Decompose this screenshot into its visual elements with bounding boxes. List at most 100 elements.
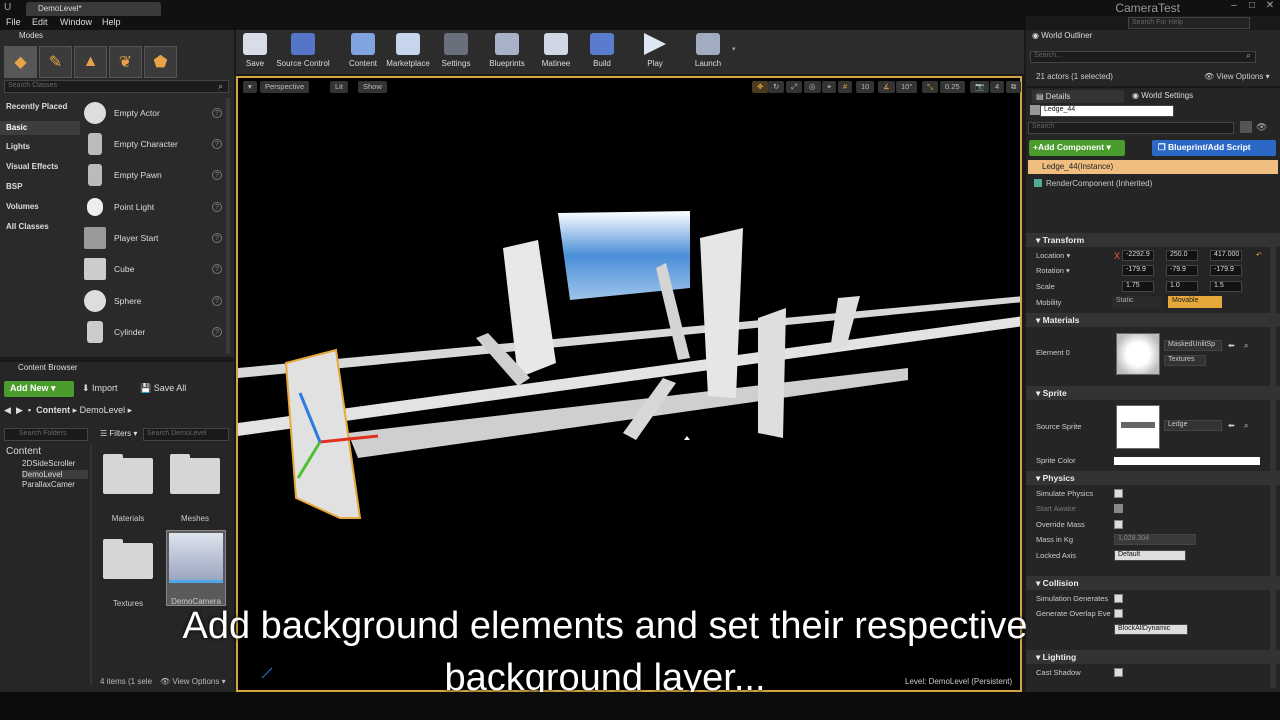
help-icon[interactable]: ? bbox=[212, 170, 222, 180]
mass-kg-field[interactable]: 1,028.304 bbox=[1114, 534, 1196, 545]
outliner-view-options[interactable]: 👁 View Options ▾ bbox=[1204, 72, 1270, 81]
perspective-button[interactable]: Perspective bbox=[260, 81, 310, 93]
rotation-z-field[interactable]: -179.9 bbox=[1210, 265, 1242, 276]
category-visual-effects[interactable]: Visual Effects bbox=[6, 162, 58, 171]
help-icon[interactable]: ? bbox=[212, 108, 222, 118]
settings-button[interactable]: Settings bbox=[438, 33, 474, 73]
help-icon[interactable]: ? bbox=[212, 233, 222, 243]
world-outliner-tab[interactable]: ◉ World Outliner bbox=[1032, 31, 1092, 40]
place-item-cube[interactable]: Cube? bbox=[82, 254, 222, 284]
search-help-input[interactable]: Search For Help bbox=[1128, 17, 1250, 29]
collision-section-header[interactable]: ▾ Collision bbox=[1026, 576, 1280, 590]
world-local-icon[interactable]: ◎ bbox=[804, 81, 821, 93]
actor-name-input[interactable]: Ledge_44 bbox=[1040, 105, 1174, 117]
textures-dropdown[interactable]: Textures bbox=[1164, 355, 1206, 366]
asset-meshes-folder[interactable]: Meshes bbox=[167, 454, 223, 523]
scale-x-field[interactable]: 1.75 bbox=[1122, 281, 1154, 292]
place-item-point-light[interactable]: Point Light? bbox=[82, 192, 222, 222]
level-tab[interactable]: DemoLevel* bbox=[26, 2, 161, 16]
modes-tab[interactable]: Modes bbox=[3, 31, 73, 43]
browse-search-icon[interactable]: ⌕ bbox=[1244, 341, 1248, 351]
sprite-color-swatch[interactable] bbox=[1114, 457, 1260, 465]
scale-y-field[interactable]: 1.0 bbox=[1166, 281, 1198, 292]
sprite-section-header[interactable]: ▾ Sprite bbox=[1026, 386, 1280, 400]
search-folders-input[interactable]: Search Folders bbox=[4, 428, 88, 441]
lit-button[interactable]: Lit bbox=[330, 81, 348, 93]
menu-file[interactable]: File bbox=[6, 17, 21, 27]
asset-materials-folder[interactable]: Materials bbox=[100, 454, 156, 523]
launch-dropdown-icon[interactable]: ▾ bbox=[732, 45, 736, 53]
pillar-left[interactable] bbox=[503, 240, 556, 378]
eye-icon[interactable]: 👁 bbox=[1256, 122, 1267, 133]
location-x-field[interactable]: -2292.9 bbox=[1122, 250, 1154, 261]
close-icon[interactable]: ✕ bbox=[1262, 0, 1278, 14]
transform-scale-icon[interactable]: ⤢ bbox=[786, 81, 802, 93]
place-item-cylinder[interactable]: Cylinder? bbox=[82, 317, 222, 347]
source-sprite-dropdown[interactable]: Ledge bbox=[1164, 420, 1222, 431]
marketplace-button[interactable]: Marketplace bbox=[384, 33, 432, 73]
rotation-snap-value[interactable]: 10° bbox=[896, 81, 918, 93]
use-selected-arrow-icon[interactable]: ⬅ bbox=[1228, 421, 1235, 430]
physics-section-header[interactable]: ▾ Physics bbox=[1026, 471, 1280, 485]
scale-z-field[interactable]: 1.5 bbox=[1210, 281, 1242, 292]
blueprint-add-script-button[interactable]: ❐ Blueprint/Add Script bbox=[1152, 140, 1276, 156]
property-matrix-icon[interactable] bbox=[1240, 121, 1252, 133]
add-new-button[interactable]: Add New ▾ bbox=[4, 381, 74, 397]
transform-move-icon[interactable]: ✥ bbox=[752, 81, 769, 93]
override-mass-checkbox[interactable] bbox=[1114, 520, 1123, 529]
rotation-y-field[interactable]: -79.9 bbox=[1166, 265, 1198, 276]
foliage-mode-icon[interactable]: ❦ bbox=[109, 46, 142, 78]
location-dropdown[interactable]: Location ▾ bbox=[1036, 251, 1070, 260]
tree-parallaxcamer[interactable]: ParallaxCamer bbox=[22, 480, 75, 489]
camera-speed-icon[interactable]: 📷 bbox=[970, 81, 990, 93]
menu-window[interactable]: Window bbox=[60, 17, 92, 27]
collision-preset-dropdown[interactable]: BlockAllDynamic bbox=[1114, 624, 1188, 635]
tree-2dsidescroller[interactable]: 2DSideScroller bbox=[22, 459, 75, 468]
minimize-icon[interactable]: – bbox=[1226, 0, 1242, 14]
surface-snap-icon[interactable]: ⌖ bbox=[822, 81, 837, 93]
breadcrumb-demolevel[interactable]: DemoLevel bbox=[80, 405, 126, 415]
place-mode-icon[interactable]: ◆ bbox=[4, 46, 37, 78]
render-component-row[interactable]: RenderComponent (Inherited) bbox=[1046, 179, 1152, 188]
help-icon[interactable]: ? bbox=[212, 264, 222, 274]
category-lights[interactable]: Lights bbox=[6, 142, 30, 151]
asset-textures-folder[interactable]: Textures bbox=[100, 539, 156, 608]
place-item-sphere[interactable]: Sphere? bbox=[82, 286, 222, 316]
mobility-static-button[interactable]: Static bbox=[1112, 296, 1162, 308]
rotation-dropdown[interactable]: Rotation ▾ bbox=[1036, 266, 1070, 275]
geometry-mode-icon[interactable]: ⬟ bbox=[144, 46, 177, 78]
build-button[interactable]: Build bbox=[588, 33, 616, 73]
category-bsp[interactable]: BSP bbox=[6, 182, 22, 191]
breadcrumb-content[interactable]: Content bbox=[36, 405, 70, 415]
source-control-button[interactable]: Source Control bbox=[274, 33, 332, 73]
matinee-button[interactable]: Matinee bbox=[538, 33, 574, 73]
category-recently-placed[interactable]: Recently Placed bbox=[6, 102, 67, 111]
ledge-row[interactable] bbox=[348, 368, 908, 458]
sprite-thumbnail[interactable] bbox=[1116, 405, 1160, 449]
selected-ledge[interactable] bbox=[284, 348, 362, 519]
place-item-player-start[interactable]: Player Start? bbox=[82, 223, 222, 253]
scale-snap-icon[interactable]: ⤡ bbox=[922, 81, 938, 93]
grid-snap-icon[interactable]: # bbox=[838, 81, 853, 93]
save-button[interactable]: Save bbox=[242, 33, 268, 73]
help-icon[interactable]: ? bbox=[212, 139, 222, 149]
pillar-right[interactable] bbox=[700, 228, 743, 398]
help-icon[interactable]: ? bbox=[212, 202, 222, 212]
category-all-classes[interactable]: All Classes bbox=[6, 222, 49, 231]
search-classes-input[interactable]: Search Classes bbox=[4, 80, 229, 93]
show-button[interactable]: Show bbox=[358, 81, 387, 93]
play-button[interactable]: Play bbox=[640, 33, 670, 73]
locked-axis-dropdown[interactable]: Default bbox=[1114, 550, 1186, 561]
viewport-menu-button[interactable]: ▾ bbox=[243, 81, 257, 93]
location-y-field[interactable]: 250.0 bbox=[1166, 250, 1198, 261]
menu-edit[interactable]: Edit bbox=[32, 17, 48, 27]
transform-section-header[interactable]: ▾ Transform bbox=[1026, 233, 1280, 247]
place-item-empty-actor[interactable]: Empty Actor? bbox=[82, 98, 222, 128]
tree-content[interactable]: Content bbox=[6, 446, 41, 457]
mobility-movable-button[interactable]: Movable bbox=[1168, 296, 1222, 308]
back-arrow-icon[interactable]: ◀ bbox=[4, 405, 11, 415]
tree-demolevel[interactable]: DemoLevel bbox=[22, 470, 88, 479]
help-icon[interactable]: ? bbox=[212, 327, 222, 337]
use-selected-arrow-icon[interactable]: ⬅ bbox=[1228, 341, 1235, 350]
paint-mode-icon[interactable]: ✎ bbox=[39, 46, 72, 78]
